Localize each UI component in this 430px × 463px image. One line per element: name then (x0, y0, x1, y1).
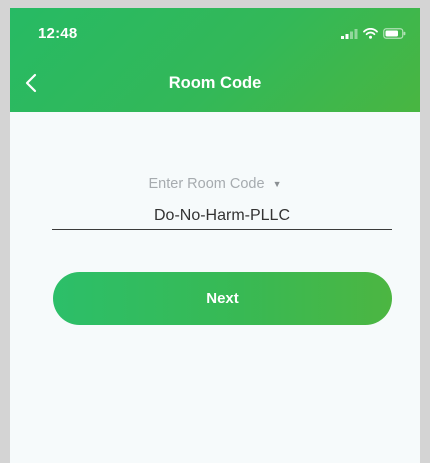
wifi-icon (363, 26, 378, 44)
room-code-dropdown-label[interactable]: Enter Room Code ▼ (10, 176, 420, 192)
room-code-input[interactable] (52, 203, 392, 230)
app-screen: 12:48 Room Code Enter Room Code ▼ Do-No-… (10, 8, 420, 463)
status-icons (341, 26, 406, 44)
signal-icon (341, 26, 358, 44)
page-title: Room Code (168, 74, 262, 92)
header-bar: 12:48 Room Code (10, 8, 420, 112)
battery-icon (383, 26, 406, 44)
room-code-label-text: Enter Room Code (148, 176, 265, 192)
next-button[interactable]: Next (53, 272, 392, 325)
status-time: 12:48 (38, 25, 78, 42)
dropdown-caret-icon: ▼ (272, 179, 282, 189)
